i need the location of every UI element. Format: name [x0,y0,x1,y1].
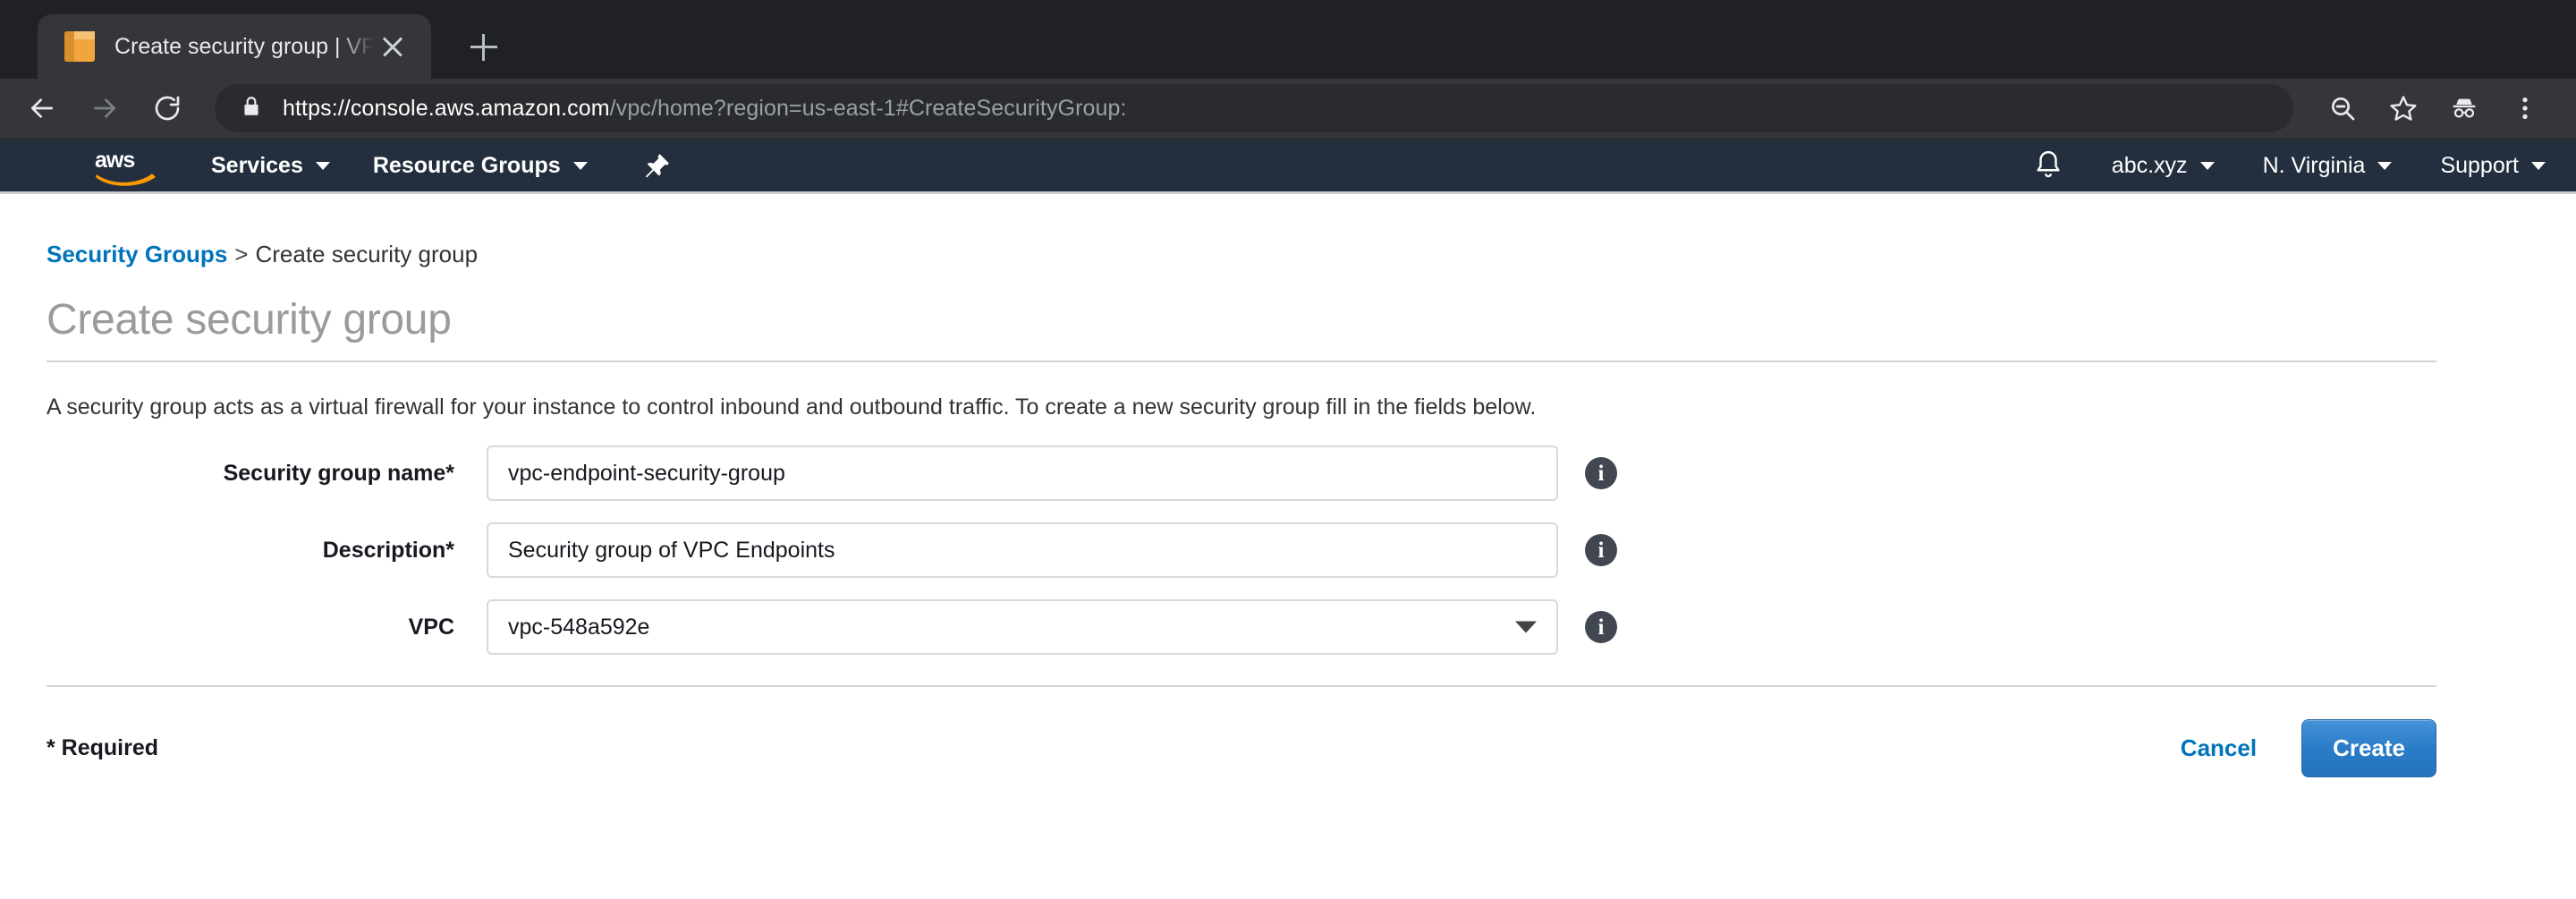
info-icon[interactable]: i [1585,611,1617,643]
chevron-down-icon [316,162,330,170]
aws-global-nav: aws Services Resource Groups abc.xyz N. … [0,140,2576,194]
vpc-select[interactable] [487,599,1558,655]
zoom-out-icon[interactable] [2315,81,2370,136]
lock-icon [240,94,263,123]
aws-vpc-package-icon [64,31,95,62]
nav-resource-groups[interactable]: Resource Groups [373,153,588,179]
address-bar[interactable]: https://console.aws.amazon.com/vpc/home?… [215,84,2293,132]
back-icon[interactable] [14,81,70,136]
bell-icon[interactable] [2033,148,2063,184]
security-group-name-wrap [487,445,1558,501]
chevron-down-icon [2200,162,2215,170]
page-title: Create security group [47,268,2436,362]
pin-icon[interactable] [641,151,672,182]
info-icon[interactable]: i [1585,534,1617,566]
new-tab-button[interactable] [456,20,510,73]
url-host: https://console.aws.amazon.com [283,96,610,121]
url-text: https://console.aws.amazon.com/vpc/home?… [283,96,1127,122]
nav-services[interactable]: Services [211,153,330,179]
field-row-vpc: VPC i [47,599,2529,655]
create-button[interactable]: Create [2301,719,2436,777]
nav-resource-groups-label: Resource Groups [373,153,561,179]
breadcrumb-separator: > [234,241,248,267]
page-content: Security Groups>Create security group Cr… [0,194,2576,777]
aws-logo[interactable]: aws [93,146,159,187]
nav-support[interactable]: Support [2440,153,2546,179]
chevron-down-icon [2531,162,2546,170]
form-footer: * Required Cancel Create [47,687,2529,777]
nav-services-label: Services [211,153,303,179]
browser-window: Create security group | VPC Ma [0,0,2576,140]
svg-text:aws: aws [95,148,134,173]
reload-icon[interactable] [140,81,195,136]
intro-text: A security group acts as a virtual firew… [47,362,2529,420]
star-icon[interactable] [2376,81,2431,136]
url-path: /vpc/home?region=us-east-1#CreateSecurit… [610,96,1127,121]
incognito-icon[interactable] [2436,81,2492,136]
aws-nav-right: abc.xyz N. Virginia Support [2033,148,2546,184]
chevron-down-icon [573,162,588,170]
vpc-wrap [487,599,1558,655]
nav-account[interactable]: abc.xyz [2112,153,2215,179]
breadcrumb: Security Groups > Create security group [47,194,2529,268]
three-dot-menu-icon[interactable] [2497,81,2553,136]
breadcrumb-security-groups[interactable]: Security Groups [47,241,227,267]
close-icon[interactable] [377,31,408,62]
nav-region[interactable]: N. Virginia [2263,153,2393,179]
security-group-name-input[interactable] [487,445,1558,501]
chevron-down-icon [2377,162,2392,170]
browser-tab-strip: Create security group | VPC Ma [0,0,2576,79]
required-note: * Required [47,735,158,761]
nav-support-label: Support [2440,153,2519,179]
description-label: Description* [47,538,487,564]
vpc-label: VPC [47,615,487,640]
cancel-button[interactable]: Cancel [2181,734,2257,762]
breadcrumb-current: Create security group [255,241,478,267]
tab-title: Create security group | VPC Ma [114,34,374,60]
nav-account-label: abc.xyz [2112,153,2188,179]
browser-toolbar: https://console.aws.amazon.com/vpc/home?… [0,79,2576,140]
description-input[interactable] [487,522,1558,578]
browser-tab[interactable]: Create security group | VPC Ma [38,14,431,79]
forward-icon[interactable] [77,81,132,136]
field-row-security-group-name: Security group name* i [47,445,2529,501]
info-icon[interactable]: i [1585,457,1617,489]
nav-region-label: N. Virginia [2263,153,2366,179]
field-row-description: Description* i [47,522,2529,578]
create-security-group-form: Security group name* i Description* i VP… [47,420,2529,655]
description-wrap [487,522,1558,578]
security-group-name-label: Security group name* [47,461,487,487]
